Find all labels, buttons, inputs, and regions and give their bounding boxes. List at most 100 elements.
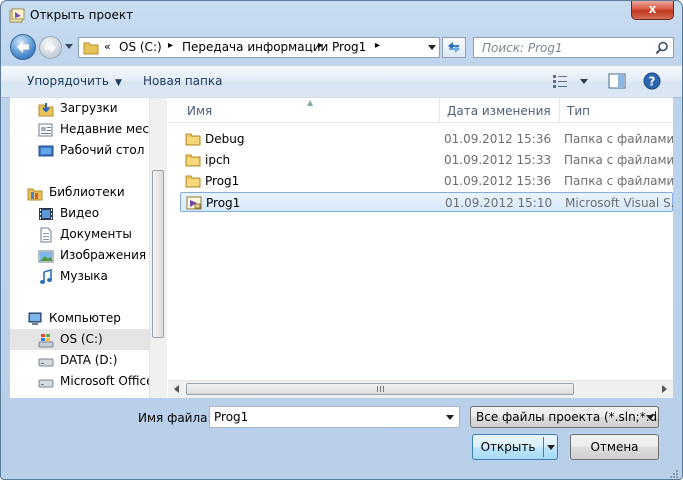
drive-icon <box>38 379 54 388</box>
breadcrumb-separator-icon[interactable]: ▸ <box>318 40 323 51</box>
nav-item-music[interactable]: Музыка <box>10 266 149 287</box>
file-type: Папка с файлами <box>564 132 673 146</box>
nav-item-label: Недавние места <box>60 122 149 136</box>
file-date: 01.09.2012 15:10 <box>445 196 553 210</box>
downloads-icon <box>38 103 54 117</box>
nav-item-downloads[interactable]: Загрузки <box>10 98 149 119</box>
search-icon[interactable] <box>655 41 669 55</box>
recent-pages-dropdown-icon[interactable] <box>65 44 73 50</box>
sort-ascending-icon: ▲ <box>307 98 314 107</box>
column-divider[interactable] <box>439 98 440 122</box>
column-header-date[interactable]: Дата изменения <box>447 104 551 118</box>
nav-item-label: Загрузки <box>60 101 118 115</box>
cancel-button-label: Отмена <box>590 440 639 454</box>
pictures-icon <box>38 250 54 263</box>
breadcrumb-separator-icon[interactable]: ▸ <box>375 40 380 51</box>
documents-icon <box>40 227 52 243</box>
file-type-filter-value: Все файлы проекта (*.sln;*.dsw <box>476 410 659 424</box>
breadcrumb-folder[interactable]: Передача информации <box>182 40 328 54</box>
file-name: ipch <box>205 153 231 167</box>
breadcrumb-separator-icon[interactable]: ▸ <box>168 40 173 51</box>
split-divider <box>543 437 544 457</box>
file-type: Microsoft Visual S... <box>565 196 674 210</box>
open-button-label: Открыть <box>480 440 536 454</box>
dialog-footer: Имя файла: Prog1 Все файлы проекта (*.sl… <box>1 398 682 479</box>
address-bar[interactable]: « OS (C:) ▸ Передача информации ▸ Prog1 … <box>78 37 440 58</box>
back-arrow-icon <box>17 41 29 53</box>
navigation-scrollbar[interactable] <box>149 98 167 398</box>
open-options-dropdown-icon[interactable] <box>547 445 555 451</box>
help-icon[interactable]: ? <box>643 72 661 90</box>
file-name: Debug <box>205 132 245 146</box>
folder-icon <box>185 154 201 167</box>
forward-button[interactable] <box>39 36 62 59</box>
nav-item-video[interactable]: Видео <box>10 203 149 224</box>
file-row[interactable]: Prog1 01.09.2012 15:36 Папка с файлами <box>180 171 673 191</box>
horizontal-scrollbar[interactable] <box>168 380 673 398</box>
nav-item-label: Музыка <box>60 269 108 283</box>
folder-icon <box>185 175 201 188</box>
recent-places-icon <box>38 123 53 137</box>
view-options-icon[interactable] <box>551 72 571 90</box>
nav-item-label: OS (C:) <box>60 332 103 346</box>
file-row-selected[interactable]: Prog1 01.09.2012 15:10 Microsoft Visual … <box>180 192 674 212</box>
music-icon <box>40 269 52 284</box>
file-date: 01.09.2012 15:33 <box>444 153 552 167</box>
address-overflow-icon[interactable]: « <box>104 40 111 53</box>
nav-item-label: Документы <box>60 227 132 241</box>
close-icon: x <box>648 2 657 16</box>
open-button[interactable]: Открыть <box>472 434 558 460</box>
back-button[interactable] <box>10 34 36 60</box>
file-row[interactable]: ipch 01.09.2012 15:33 Папка с файлами <box>180 150 673 170</box>
nav-item-drive-c[interactable]: OS (C:) <box>10 329 149 350</box>
view-dropdown-icon[interactable] <box>579 78 589 86</box>
desktop-icon <box>38 145 54 157</box>
file-type-filter[interactable]: Все файлы проекта (*.sln;*.dsw <box>470 406 659 428</box>
column-divider[interactable] <box>559 98 560 122</box>
scrollbar-thumb[interactable] <box>152 170 164 338</box>
chevron-down-icon <box>646 415 654 420</box>
chevron-down-icon[interactable] <box>446 415 454 421</box>
preview-pane-icon[interactable] <box>608 73 626 89</box>
nav-item-label: Компьютер <box>49 311 121 325</box>
folder-icon <box>83 42 99 55</box>
window-title: Открыть проект <box>30 8 134 22</box>
forward-arrow-icon <box>45 42 56 53</box>
organize-button[interactable]: Упорядочить ▼ <box>27 74 122 88</box>
scroll-right-icon[interactable] <box>658 383 670 395</box>
refresh-icon <box>448 42 460 53</box>
title-bar[interactable]: Открыть проект x <box>1 1 682 31</box>
browser-area: Загрузки Недавние места Рабочий стол <box>10 97 674 398</box>
file-name: Prog1 <box>206 196 241 210</box>
close-button[interactable]: x <box>631 1 674 20</box>
nav-item-label: Видео <box>60 206 100 220</box>
nav-item-pictures[interactable]: Изображения <box>10 245 149 266</box>
refresh-button[interactable] <box>442 37 466 58</box>
vs-app-icon <box>9 8 25 23</box>
search-input[interactable]: Поиск: Prog1 <box>482 41 563 55</box>
filename-field[interactable]: Prog1 <box>209 406 460 428</box>
scrollbar-thumb[interactable] <box>186 383 574 395</box>
address-dropdown-icon[interactable] <box>428 45 436 51</box>
breadcrumb-drive[interactable]: OS (C:) <box>119 40 162 54</box>
file-row[interactable]: Debug 01.09.2012 15:36 Папка с файлами <box>180 129 673 149</box>
nav-item-documents[interactable]: Документы <box>10 224 149 245</box>
file-date: 01.09.2012 15:36 <box>444 132 552 146</box>
new-folder-button[interactable]: Новая папка <box>143 74 222 88</box>
nav-item-desktop[interactable]: Рабочий стол <box>10 140 149 161</box>
column-header-type[interactable]: Тип <box>567 104 590 118</box>
nav-item-libraries[interactable]: Библиотеки <box>10 182 149 203</box>
file-type: Папка с файлами <box>564 153 673 167</box>
cancel-button[interactable]: Отмена <box>570 434 659 460</box>
resize-grip-icon[interactable] <box>669 469 679 479</box>
nav-item-recent-places[interactable]: Недавние места <box>10 119 149 140</box>
filename-input[interactable]: Prog1 <box>214 410 248 424</box>
nav-item-drive-d[interactable]: DATA (D:) <box>10 350 149 371</box>
nav-item-label: Библиотеки <box>49 185 125 199</box>
column-header-name[interactable]: Имя <box>187 104 212 118</box>
search-box[interactable]: Поиск: Prog1 <box>473 37 674 58</box>
nav-item-computer[interactable]: Компьютер <box>10 308 149 329</box>
scroll-left-icon[interactable] <box>171 383 183 395</box>
breadcrumb-current[interactable]: Prog1 <box>332 40 366 54</box>
nav-item-microsoft-office[interactable]: Microsoft Office <box>10 371 149 392</box>
